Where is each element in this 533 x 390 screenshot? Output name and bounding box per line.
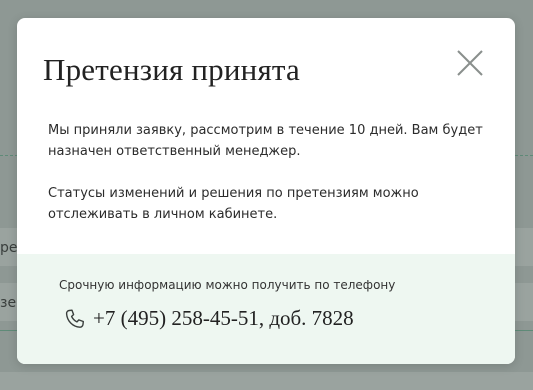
- contact-footer: Срочную информацию можно получить по тел…: [17, 254, 515, 364]
- background-row: [0, 372, 533, 390]
- modal-title: Претензия принята: [43, 52, 301, 87]
- phone-icon: [63, 307, 87, 331]
- phone-contact: +7 (495) 258-45-51, доб. 7828: [63, 306, 354, 331]
- confirmation-text: Мы приняли заявку, рассмотрим в течение …: [48, 123, 483, 159]
- close-x-icon: [457, 50, 483, 76]
- phone-number-link[interactable]: +7 (495) 258-45-51, доб. 7828: [93, 306, 354, 331]
- close-button[interactable]: [455, 48, 485, 78]
- claim-accepted-modal: Претензия принята Мы приняли заявку, рас…: [17, 18, 515, 364]
- status-tracking-text: Статусы изменений и решения по претензия…: [48, 186, 419, 222]
- urgent-info-note: Срочную информацию можно получить по тел…: [59, 278, 396, 292]
- modal-body: Мы приняли заявку, рассмотрим в течение …: [48, 120, 493, 246]
- background-text: ре: [0, 240, 18, 256]
- background-text: зе: [0, 295, 17, 311]
